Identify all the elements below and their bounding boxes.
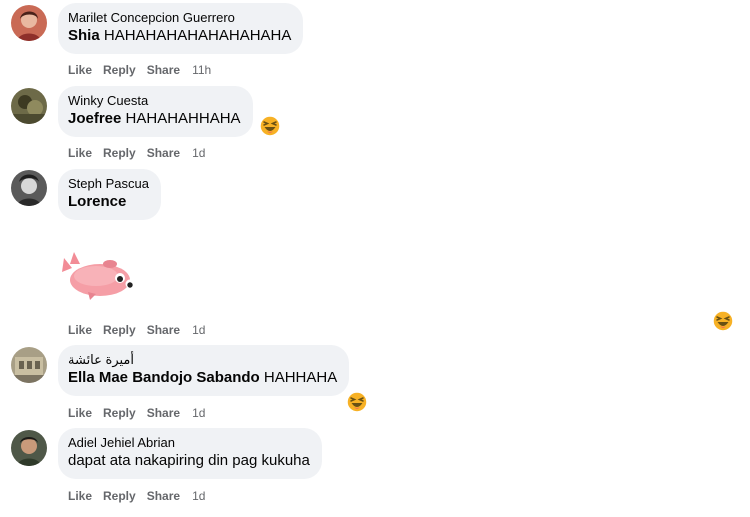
comment-body: HAHAHAHAHAHAHAHAHA — [99, 27, 292, 44]
avatar[interactable] — [11, 430, 47, 466]
comment-actions: Like Reply Share 11h — [68, 62, 222, 78]
avatar[interactable] — [11, 347, 47, 383]
mention-link[interactable]: Shia — [68, 27, 100, 44]
like-button[interactable]: Like — [68, 406, 92, 420]
comment-text: Ella Mae Bandojo Sabando HAHHAHA — [68, 368, 337, 388]
avatar-image — [11, 430, 47, 466]
comment-bubble: Winky Cuesta Joefree HAHAHAHHAHA — [58, 86, 253, 137]
share-button[interactable]: Share — [147, 489, 180, 503]
reply-button[interactable]: Reply — [103, 323, 136, 337]
comment-timestamp[interactable]: 1d — [192, 489, 205, 503]
avatar-image — [11, 347, 47, 383]
avatar-image — [11, 5, 47, 41]
like-button[interactable]: Like — [68, 323, 92, 337]
comment-text: Lorence — [68, 192, 149, 212]
comment-bubble: Marilet Concepcion Guerrero Shia HAHAHAH… — [58, 3, 304, 54]
comment-timestamp[interactable]: 1d — [192, 323, 205, 337]
share-button[interactable]: Share — [147, 146, 180, 160]
comment-author[interactable]: Marilet Concepcion Guerrero — [68, 10, 291, 26]
comment-author[interactable]: Adiel Jehiel Abrian — [68, 435, 310, 451]
comment-author[interactable]: أميرة عائشة — [68, 352, 337, 368]
mention-link[interactable]: Lorence — [68, 193, 126, 210]
mention-link[interactable]: Joefree — [68, 110, 121, 127]
comment-body: dapat ata nakapiring din pag kukuha — [68, 452, 310, 469]
laughing-emoji-icon — [259, 115, 281, 137]
reply-button[interactable]: Reply — [103, 146, 136, 160]
comment-actions: Like Reply Share 1d — [68, 488, 216, 504]
comment-body: HAHAHAHHAHA — [121, 110, 241, 127]
comment-bubble: أميرة عائشة Ella Mae Bandojo Sabando HAH… — [58, 345, 350, 396]
laughing-emoji-icon — [346, 391, 368, 413]
comment-text: Joefree HAHAHAHHAHA — [68, 109, 241, 129]
comment-bubble: Steph Pascua Lorence — [58, 169, 161, 220]
comment-actions: Like Reply Share 1d — [68, 405, 216, 421]
comment-text: dapat ata nakapiring din pag kukuha — [68, 451, 310, 471]
like-button[interactable]: Like — [68, 489, 92, 503]
share-button[interactable]: Share — [147, 63, 180, 77]
avatar-image — [11, 170, 47, 206]
mention-link[interactable]: Ella Mae Bandojo Sabando — [68, 369, 260, 386]
avatar[interactable] — [11, 170, 47, 206]
avatar-image — [11, 88, 47, 124]
like-button[interactable]: Like — [68, 146, 92, 160]
reply-button[interactable]: Reply — [103, 63, 136, 77]
comment-bubble: Adiel Jehiel Abrian dapat ata nakapiring… — [58, 428, 322, 479]
comment-timestamp[interactable]: 11h — [192, 63, 211, 77]
comment-body: HAHHAHA — [259, 369, 338, 386]
comment-actions: Like Reply Share 1d — [68, 145, 216, 161]
comment-author[interactable]: Winky Cuesta — [68, 93, 241, 109]
reply-button[interactable]: Reply — [103, 406, 136, 420]
share-button[interactable]: Share — [147, 406, 180, 420]
avatar[interactable] — [11, 88, 47, 124]
comment-author[interactable]: Steph Pascua — [68, 176, 149, 192]
comment-text: Shia HAHAHAHAHAHAHAHAHA — [68, 26, 291, 46]
comment-actions: Like Reply Share 1d — [68, 322, 216, 338]
laughing-emoji-icon — [712, 310, 734, 332]
share-button[interactable]: Share — [147, 323, 180, 337]
reply-button[interactable]: Reply — [103, 489, 136, 503]
pink-pig-sticker[interactable] — [58, 248, 142, 304]
comment-timestamp[interactable]: 1d — [192, 406, 205, 420]
avatar[interactable] — [11, 5, 47, 41]
like-button[interactable]: Like — [68, 63, 92, 77]
comment-timestamp[interactable]: 1d — [192, 146, 205, 160]
